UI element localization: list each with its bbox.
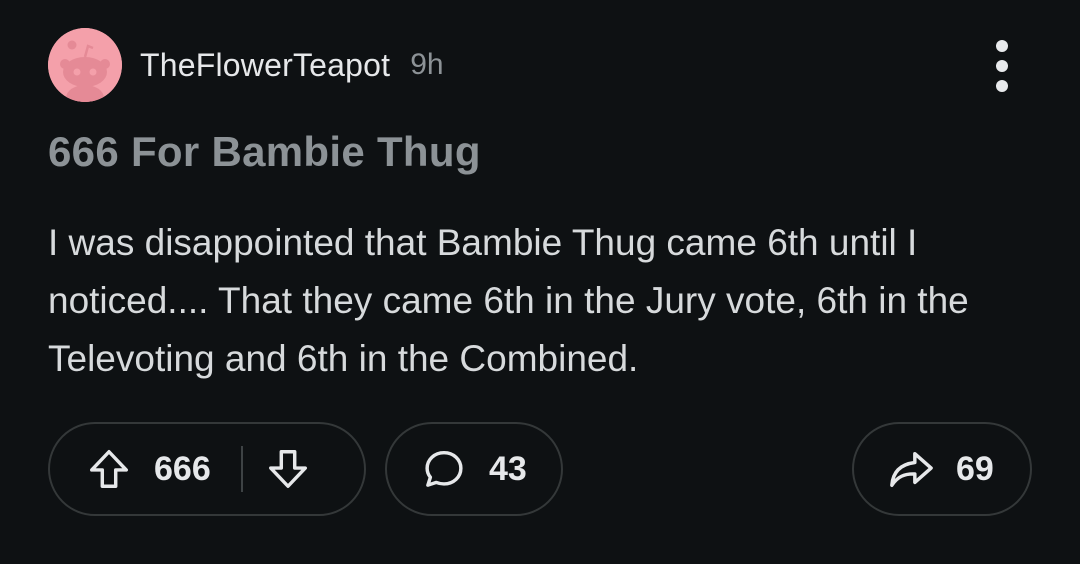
action-bar: 666 43 69 (48, 422, 1032, 520)
share-icon-wrap (886, 446, 936, 492)
post-title[interactable]: 666 For Bambie Thug (48, 128, 481, 176)
more-vertical-icon (996, 60, 1008, 72)
comment-count: 43 (489, 449, 527, 488)
comment-bubble-icon (425, 450, 463, 487)
more-vertical-icon (996, 40, 1008, 52)
arrow-up-icon (90, 450, 128, 488)
author-username[interactable]: TheFlowerTeapot (140, 47, 390, 84)
downvote-button[interactable] (265, 446, 311, 492)
vote-score: 666 (154, 449, 211, 488)
vote-control: 666 (48, 422, 366, 516)
share-arrow-icon (890, 451, 933, 488)
share-count: 69 (956, 449, 994, 488)
comments-button[interactable]: 43 (385, 422, 563, 516)
avatar[interactable] (48, 28, 122, 102)
post-header: TheFlowerTeapot 9h (48, 28, 444, 102)
post-time: 9h (410, 48, 444, 81)
more-options-button[interactable] (980, 36, 1024, 96)
snoo-avatar-icon (48, 28, 122, 102)
upvote-button[interactable] (86, 446, 132, 492)
comment-icon-wrap (421, 446, 467, 492)
share-button[interactable]: 69 (852, 422, 1032, 516)
vote-divider (240, 446, 243, 492)
post-card: TheFlowerTeapot 9h 666 For Bambie Thug I… (0, 0, 1080, 544)
arrow-down-icon (268, 450, 307, 488)
post-body: I was disappointed that Bambie Thug came… (48, 222, 969, 379)
more-vertical-icon (996, 80, 1008, 92)
